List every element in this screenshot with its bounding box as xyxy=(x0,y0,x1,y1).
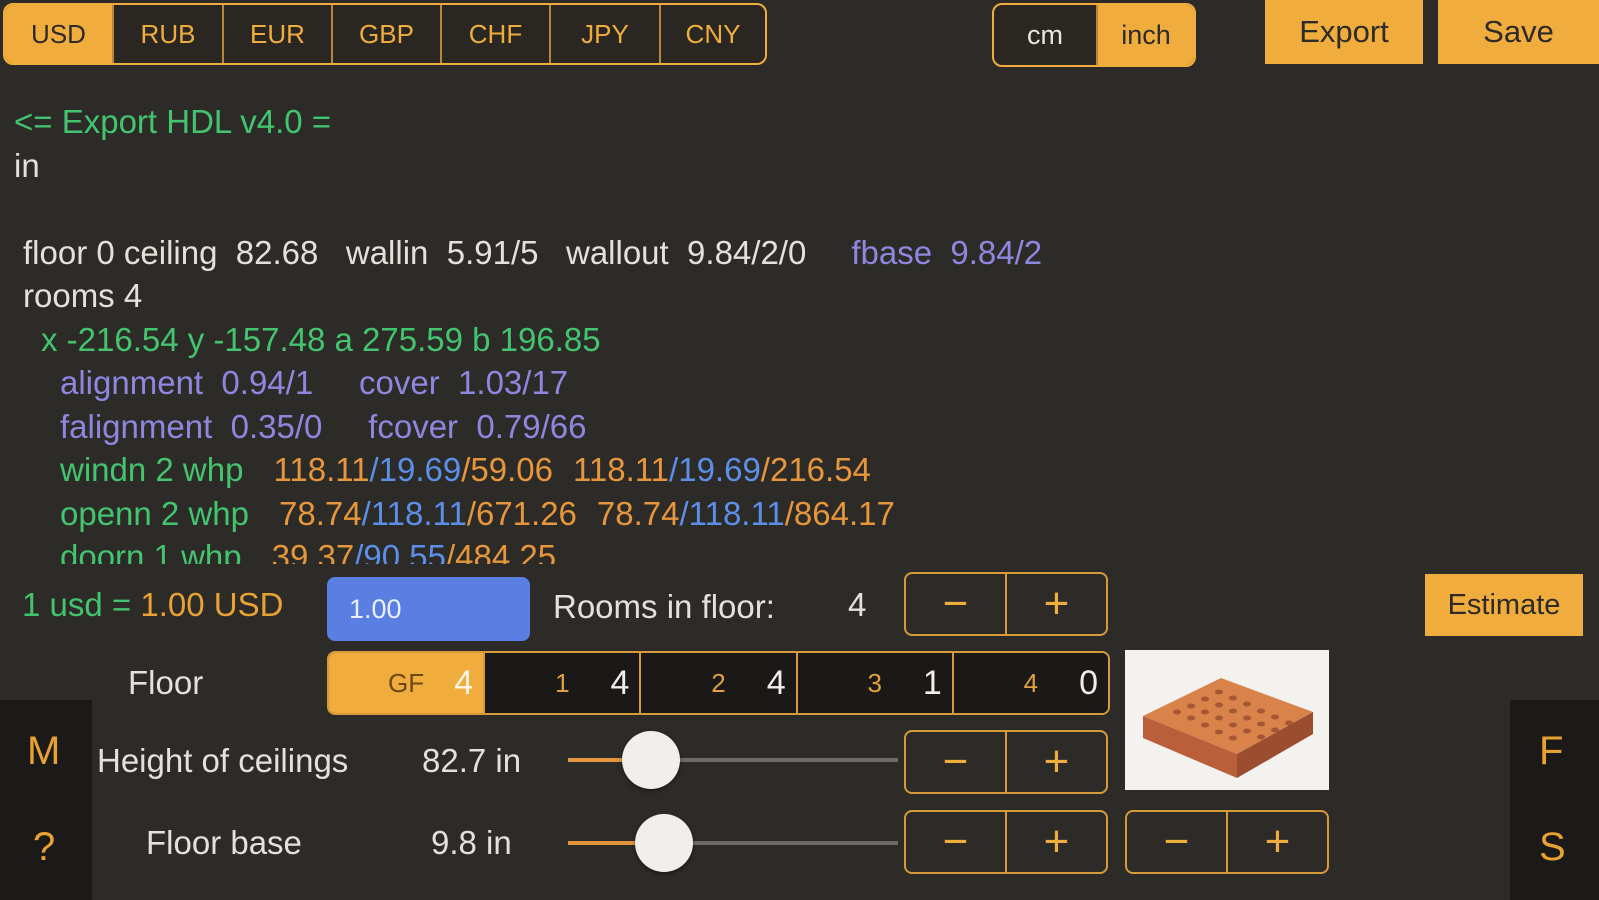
floor-tab-4[interactable]: 40 xyxy=(951,653,1108,713)
log-windows-label: windn 2 whp xyxy=(60,451,244,488)
floor-tab-name: 3 xyxy=(867,667,882,698)
floor-tab-count: 0 xyxy=(1079,663,1099,702)
log-openings-line: openn 2 whp 78.74/118.11/671.26 78.74/118.… xyxy=(60,492,1214,536)
ceiling-slider[interactable] xyxy=(568,730,898,790)
currency-jpy-button[interactable]: JPY xyxy=(549,5,659,63)
floor-tab-name: GF xyxy=(388,667,425,698)
export-button[interactable]: Export xyxy=(1265,0,1423,64)
unit-cm-button[interactable]: cm xyxy=(994,5,1096,65)
log-doors-value: /90.55 xyxy=(354,538,446,564)
log-floor-line: floor 0 ceiling 82.68 wallin 5.91/5 wall… xyxy=(14,231,1214,275)
log-openings-value: /864.17 xyxy=(784,494,895,532)
log-doors-label: doorn 1 whp xyxy=(60,538,242,564)
currency-cny-button[interactable]: CNY xyxy=(659,5,765,63)
log-openings-label: openn 2 whp xyxy=(60,494,249,532)
currency-rub-button[interactable]: RUB xyxy=(112,5,222,63)
ceiling-value: 82.7 in xyxy=(422,742,522,779)
estimate-button[interactable]: Estimate xyxy=(1425,574,1583,636)
rate-input[interactable]: 1.00 xyxy=(327,577,530,641)
log-doors-value: 39.37 xyxy=(271,538,355,564)
currency-eur-button[interactable]: EUR xyxy=(222,5,331,63)
log-openings-value: /671.26 xyxy=(466,494,577,532)
log-windows-value: /59.06 xyxy=(461,451,553,488)
floor-tab-3[interactable]: 31 xyxy=(795,653,952,713)
log-header: <= Export HDL v4.0 = xyxy=(14,103,332,140)
floor-tab-count: 1 xyxy=(922,663,942,702)
log-windows-value: /19.69 xyxy=(669,451,761,488)
floorbase-increment-button[interactable]: + xyxy=(1005,812,1106,872)
log-windows-value: /216.54 xyxy=(760,451,871,488)
rate-text: 1 usd = 1.00 USD xyxy=(22,586,283,624)
log-openings-value: /118.11 xyxy=(361,494,467,532)
log-coords-line: x -216.54 y -157.48 a 275.59 b 196.85 xyxy=(41,320,601,358)
floor-tab-name: 1 xyxy=(555,667,570,698)
floor-selector: GF 4 14 24 31 40 xyxy=(327,651,1110,715)
floorbase-stepper: − + xyxy=(904,810,1108,874)
floor-tab-1[interactable]: 14 xyxy=(483,653,640,713)
ceiling-increment-button[interactable]: + xyxy=(1005,732,1106,792)
rate-value: 1.00 USD xyxy=(140,586,284,623)
floor-tab-gf[interactable]: GF 4 xyxy=(329,653,484,713)
brick-icon xyxy=(1143,678,1313,778)
log-unit: in xyxy=(14,146,40,184)
rate-prefix: 1 usd = xyxy=(22,586,141,623)
log-floor-text: floor 0 ceiling 82.68 wallin 5.91/5 wall… xyxy=(23,233,807,271)
rooms-count: 4 xyxy=(848,586,867,623)
log-windows-value: 118.11 xyxy=(573,451,670,488)
currency-usd-button[interactable]: USD xyxy=(5,5,112,63)
log-doors-line: doorn 1 whp 39.37/90.55/484.25 xyxy=(60,535,1214,564)
floorbase-slider[interactable] xyxy=(568,813,898,873)
brick-image[interactable] xyxy=(1125,650,1329,790)
floor-tab-count: 4 xyxy=(610,663,630,702)
menu-f-button[interactable]: F xyxy=(1539,729,1563,774)
log-blank xyxy=(14,187,1214,231)
floor-tab-count: 4 xyxy=(766,663,786,702)
ceiling-label: Height of ceilings xyxy=(97,742,349,779)
floor-tab-name: 4 xyxy=(1023,667,1039,698)
rooms-stepper: − + xyxy=(904,572,1108,636)
floorbase-label: Floor base xyxy=(146,824,302,861)
unit-selector: cm inch xyxy=(992,3,1196,67)
menu-s-button[interactable]: S xyxy=(1539,825,1566,870)
log-openings-value: 78.74 xyxy=(279,494,362,532)
material-increment-button[interactable]: + xyxy=(1226,812,1327,872)
ceiling-slider-knob[interactable] xyxy=(621,731,680,789)
floorbase-value: 9.8 in xyxy=(431,824,512,861)
log-openings-value: /118.11 xyxy=(679,494,785,532)
floor-label: Floor xyxy=(128,664,204,701)
log-windows-value: /19.69 xyxy=(369,451,462,488)
floor-tab-count: 4 xyxy=(454,663,474,702)
log-openings-value: 78.74 xyxy=(596,494,680,532)
menu-m-button[interactable]: M xyxy=(27,729,60,774)
log-alignment-line: alignment 0.94/1 cover 1.03/17 xyxy=(60,364,569,401)
log-falignment-line: falignment 0.35/0 fcover 0.79/66 xyxy=(60,407,587,445)
currency-selector: USD RUB EUR GBP CHF JPY CNY xyxy=(3,3,767,65)
floor-tab-name: 2 xyxy=(711,667,726,698)
rooms-increment-button[interactable]: + xyxy=(1005,574,1106,634)
material-stepper: − + xyxy=(1125,810,1329,874)
floor-tab-2[interactable]: 24 xyxy=(639,653,796,713)
floorbase-slider-knob[interactable] xyxy=(634,814,693,872)
unit-inch-button[interactable]: inch xyxy=(1096,5,1194,65)
help-button[interactable]: ? xyxy=(33,825,55,870)
log-windows-line: windn 2 whp 118.11/19.69/59.06 118.11/19.6… xyxy=(60,448,1214,492)
rooms-decrement-button[interactable]: − xyxy=(906,574,1005,634)
currency-chf-button[interactable]: CHF xyxy=(440,5,549,63)
export-log[interactable]: <= Export HDL v4.0 = in floor 0 ceiling … xyxy=(14,100,1214,564)
rooms-label: Rooms in floor: xyxy=(553,588,775,625)
currency-gbp-button[interactable]: GBP xyxy=(331,5,440,63)
save-button[interactable]: Save xyxy=(1438,0,1599,64)
log-windows-value: 118.11 xyxy=(273,451,370,488)
ceiling-decrement-button[interactable]: − xyxy=(906,732,1005,792)
ceiling-stepper: − + xyxy=(904,730,1108,794)
floorbase-decrement-button[interactable]: − xyxy=(906,812,1005,872)
log-fbase-text: fbase 9.84/2 xyxy=(851,233,1043,271)
log-doors-value: /484.25 xyxy=(445,538,557,564)
log-rooms-line: rooms 4 xyxy=(23,277,143,314)
material-decrement-button[interactable]: − xyxy=(1127,812,1226,872)
